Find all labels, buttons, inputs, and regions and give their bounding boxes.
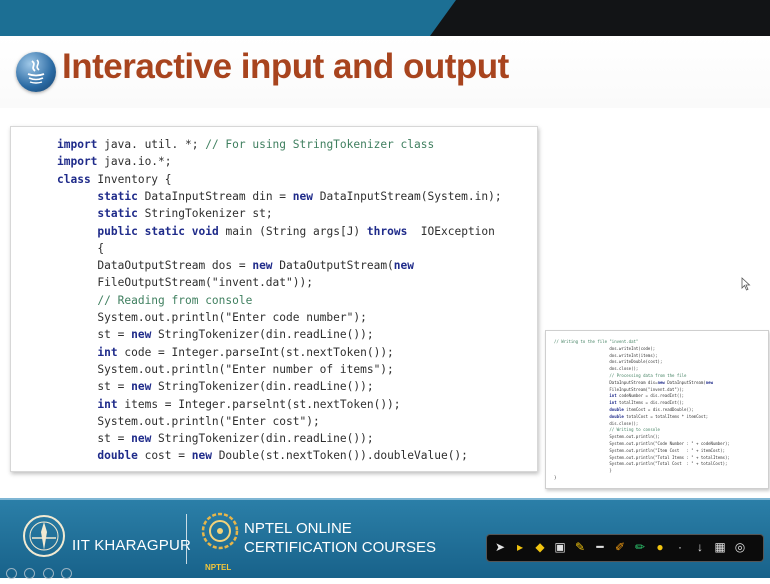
code-line: import java. util. *; // For using Strin… xyxy=(57,138,435,151)
slide-nav-controls xyxy=(6,566,75,579)
code-line: static StringTokenizer st; xyxy=(97,207,273,221)
highlighter-icon[interactable]: ▣ xyxy=(553,540,567,554)
code-line: { xyxy=(57,241,105,255)
thumbnail-code-line: double totalCost = totalItems * itemCost… xyxy=(609,413,709,419)
thumbnail-code-line: dos.writeDouble(cost); xyxy=(554,359,663,365)
thumbnail-code-line: System.out.println("Total Items : " + to… xyxy=(554,454,730,460)
course-line-1: NPTEL ONLINE xyxy=(244,520,352,537)
record-icon[interactable]: ◎ xyxy=(733,540,747,554)
code-line: static DataInputStream din = new DataInp… xyxy=(97,189,502,203)
thumbnail-code-line: System.out.println("Code Number : " + co… xyxy=(554,441,730,446)
thumbnail-code-line: int totalItems = dis.readInt(); xyxy=(609,400,685,406)
nav-search-icon[interactable] xyxy=(61,568,73,579)
thumbnail-code-line: dis.close(); xyxy=(554,420,639,426)
next-icon[interactable]: ▸ xyxy=(513,540,527,554)
code-line: System.out.println("Enter number of item… xyxy=(57,362,394,376)
code-line: System.out.println("Enter code number"); xyxy=(57,311,367,324)
pencil-icon[interactable]: ✐ xyxy=(613,540,627,554)
code-line: DataOutputStream dos = new DataOutputStr… xyxy=(57,259,415,273)
nav-prev-icon[interactable] xyxy=(6,568,17,579)
screen-icon[interactable]: ▦ xyxy=(713,540,727,554)
code-thumbnail: // Writing to the file "invent.dat" dos.… xyxy=(545,330,769,489)
thumbnail-code-line: dos.writeInt(code); xyxy=(554,345,656,351)
code-line: int code = Integer.parseInt(st.nextToken… xyxy=(97,345,394,359)
code-line: FileOutputStream("invent.dat")); xyxy=(57,276,313,290)
thumbnail-code-line: System.out.println("Item Cost : " + item… xyxy=(554,447,725,453)
eraser-icon[interactable]: ◆ xyxy=(533,540,547,554)
thumbnail-code-line: } xyxy=(554,475,557,480)
thumbnail-code-line: int codeNumber = dis.readInt(); xyxy=(609,393,685,399)
code-line: double cost = new Double(st.nextToken())… xyxy=(97,449,468,463)
nptel-logo-icon xyxy=(201,512,239,550)
code-line: import java.io.*; xyxy=(57,155,172,169)
annotation-toolbar: ➤ ▸ ◆ ▣ ✎ ━ ✐ ✏ ● · ↓ ▦ ◎ xyxy=(486,534,764,562)
nav-next-icon[interactable] xyxy=(24,568,36,579)
pointer-icon[interactable]: ➤ xyxy=(493,540,507,554)
green-pen-icon[interactable]: ✏ xyxy=(633,540,647,554)
marker-icon[interactable]: ● xyxy=(653,540,667,554)
thumbnail-code-line: FileInputStream("invent.dat")); xyxy=(554,386,685,392)
code-line: st = new StringTokenizer(din.readLine())… xyxy=(57,380,374,394)
pen-icon[interactable]: ✎ xyxy=(573,540,587,554)
iit-kharagpur-logo-icon xyxy=(23,515,65,557)
laser-icon[interactable]: · xyxy=(673,540,687,554)
code-line: class Inventory { xyxy=(57,172,172,186)
thumbnail-code-line: dos.writeInt(items); xyxy=(554,352,658,358)
text-icon[interactable]: ↓ xyxy=(693,540,707,554)
slide-title: Interactive input and output xyxy=(62,47,509,86)
code-line: System.out.println("Enter cost"); xyxy=(57,414,320,428)
thumbnail-code-line: dos.close(); xyxy=(554,366,639,372)
java-logo-icon xyxy=(16,52,56,92)
code-line: st = new StringTokenizer(din.readLine())… xyxy=(57,432,374,446)
thumbnail-code-line: // Writing to console xyxy=(609,427,660,433)
code-line: // Reading from console xyxy=(97,293,253,307)
code-line: st = new StringTokenizer(din.readLine())… xyxy=(57,328,374,342)
mouse-cursor-icon xyxy=(741,277,751,291)
thumbnail-code-line: System.out.println("Total Cost : " + tot… xyxy=(554,461,728,467)
thumbnail-code-line: // Processing data from the file xyxy=(609,373,687,378)
top-dark-band xyxy=(430,0,770,36)
code-line: public static void main (String args[J) … xyxy=(97,224,495,238)
nptel-label: NPTEL xyxy=(205,563,232,572)
course-line-2: CERTIFICATION COURSES xyxy=(244,539,436,556)
thumbnail-code-line: } xyxy=(554,468,612,474)
code-panel: import java. util. *; // For using Strin… xyxy=(10,126,538,472)
line-icon[interactable]: ━ xyxy=(593,540,607,554)
institute-name: IIT KHARAGPUR xyxy=(72,537,192,554)
thumbnail-code-line: // Writing to the file "invent.dat" xyxy=(554,339,639,344)
footer-separator xyxy=(186,514,187,564)
code-line: int items = Integer.parselnt(st.nextToke… xyxy=(97,397,401,411)
thumbnail-code-line: double itemCost = dis.readDouble(); xyxy=(609,407,694,412)
nav-menu-icon[interactable] xyxy=(42,568,54,579)
thumbnail-code-line: System.out.println(); xyxy=(554,434,660,440)
thumbnail-code-line: DataInputStream dis=new DataInputStream(… xyxy=(554,379,713,385)
